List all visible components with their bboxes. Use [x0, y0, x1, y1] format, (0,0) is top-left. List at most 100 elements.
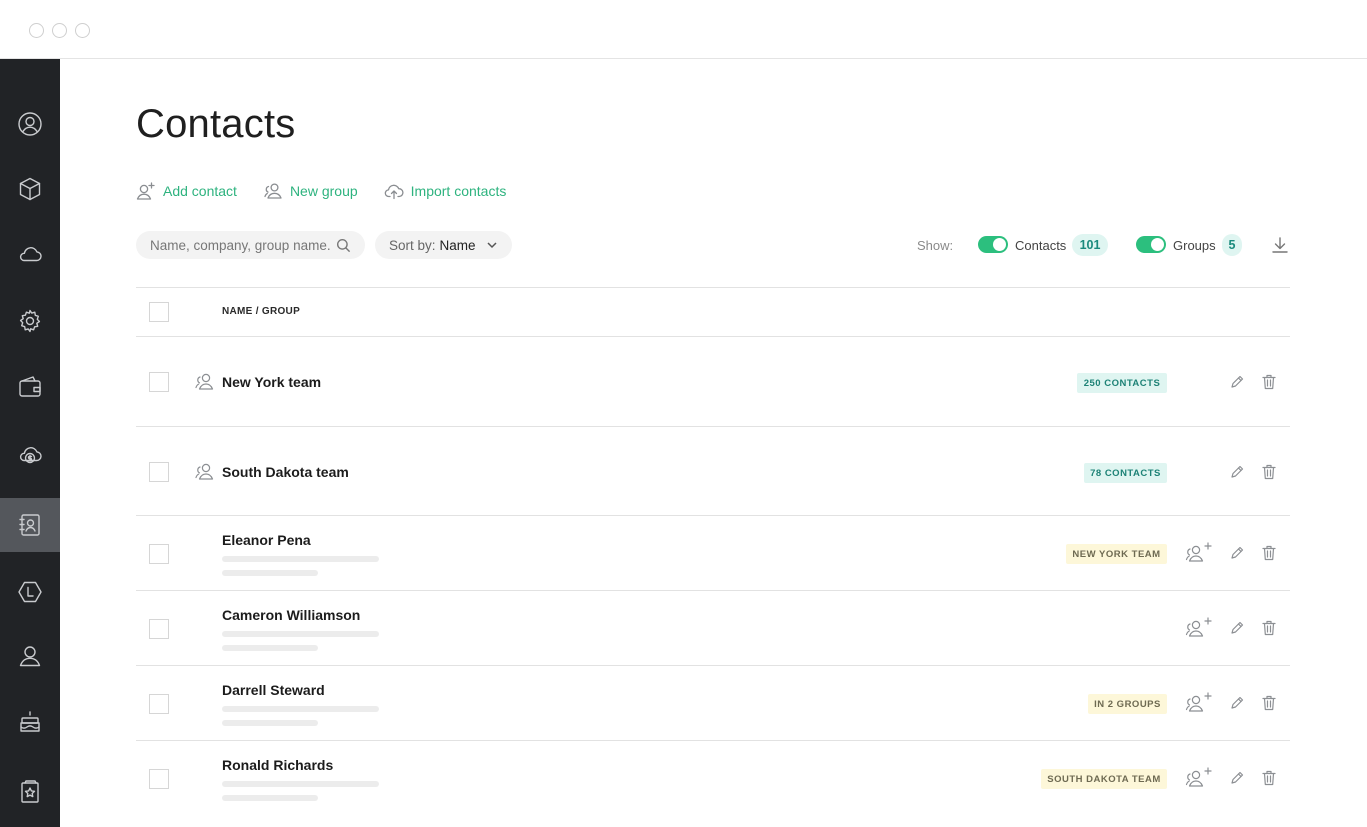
search-box: [136, 231, 365, 259]
sort-label: Sort by:: [389, 237, 436, 253]
select-all-checkbox[interactable]: [149, 302, 169, 322]
sidebar-item-billing[interactable]: [0, 427, 60, 481]
download-icon: [1272, 237, 1288, 253]
row-checkbox[interactable]: [149, 769, 169, 789]
group-icon: [195, 373, 214, 390]
window-minimize-button[interactable]: [52, 23, 67, 38]
row-name[interactable]: Eleanor Pena: [222, 532, 311, 548]
delete-button[interactable]: [1262, 770, 1276, 791]
chevron-down-icon: [487, 242, 497, 249]
delete-button[interactable]: [1262, 620, 1276, 641]
edit-button[interactable]: [1230, 771, 1244, 790]
row-name[interactable]: Cameron Williamson: [222, 607, 360, 623]
new-group-label: New group: [289, 183, 358, 199]
contacts-toggle-label: Contacts: [1015, 238, 1067, 253]
add-to-group-icon: [1185, 767, 1212, 787]
contact-count-tag: 250 CONTACTS: [1077, 373, 1167, 393]
new-group-button[interactable]: New group: [263, 181, 358, 201]
page-title: Contacts: [136, 102, 296, 146]
row-name[interactable]: Darrell Steward: [222, 682, 325, 698]
group-membership-tag: SOUTH DAKOTA TEAM: [1041, 769, 1167, 789]
edit-button[interactable]: [1230, 375, 1244, 394]
placeholder-line: [222, 706, 379, 712]
sidebar-item-profile[interactable]: [0, 97, 60, 151]
table-header-name: NAME / GROUP: [222, 306, 301, 317]
star-card-icon: [21, 780, 39, 803]
group-row-icon: [194, 461, 215, 482]
table-row[interactable]: Darrell Steward IN 2 GROUPS: [136, 666, 1290, 741]
table-row[interactable]: South Dakota team 78 CONTACTS: [136, 427, 1290, 516]
cloud-icon: [19, 247, 42, 262]
edit-button[interactable]: [1230, 465, 1244, 484]
row-name[interactable]: Ronald Richards: [222, 757, 333, 773]
placeholder-line: [222, 795, 318, 801]
delete-button[interactable]: [1262, 545, 1276, 566]
group-membership-tag: NEW YORK TEAM: [1066, 544, 1167, 564]
window-maximize-button[interactable]: [75, 23, 90, 38]
search-icon[interactable]: [336, 238, 351, 253]
sidebar: [0, 59, 60, 827]
sort-dropdown[interactable]: Sort by: Name: [375, 231, 512, 259]
placeholder-line: [222, 631, 379, 637]
add-to-group-button[interactable]: [1185, 692, 1213, 719]
sidebar-item-users[interactable]: [0, 629, 60, 683]
contacts-toggle[interactable]: [978, 236, 1008, 253]
delete-button[interactable]: [1262, 695, 1276, 716]
window-titlebar: [0, 0, 1367, 59]
delete-button[interactable]: [1262, 374, 1276, 395]
row-name[interactable]: South Dakota team: [222, 464, 349, 480]
trash-icon: [1262, 545, 1276, 561]
add-to-group-icon: [1185, 692, 1212, 712]
row-checkbox[interactable]: [149, 544, 169, 564]
edit-button[interactable]: [1230, 621, 1244, 640]
trash-icon: [1262, 770, 1276, 786]
person-icon: [19, 646, 41, 667]
sidebar-item-packages[interactable]: [0, 162, 60, 216]
sidebar-item-settings[interactable]: [0, 294, 60, 348]
import-contacts-button[interactable]: Import contacts: [384, 181, 507, 201]
import-contacts-label: Import contacts: [410, 183, 507, 199]
cloud-dollar-icon: [19, 447, 42, 464]
row-checkbox[interactable]: [149, 694, 169, 714]
group-row-icon: [194, 371, 215, 392]
cloud-upload-icon: [384, 184, 404, 200]
add-contact-button[interactable]: Add contact: [136, 181, 237, 201]
table-row[interactable]: Ronald Richards SOUTH DAKOTA TEAM: [136, 741, 1290, 816]
placeholder-line: [222, 570, 318, 576]
download-button[interactable]: [1271, 236, 1289, 254]
trash-icon: [1262, 464, 1276, 480]
show-filter-label: Show:: [917, 238, 954, 253]
add-to-group-button[interactable]: [1185, 542, 1213, 569]
add-to-group-button[interactable]: [1185, 767, 1213, 794]
search-input[interactable]: [150, 237, 330, 253]
sidebar-item-wallet[interactable]: [0, 360, 60, 414]
main-content: Contacts Add contact New group Import co…: [60, 59, 1367, 827]
add-to-group-button[interactable]: [1185, 617, 1213, 644]
trash-icon: [1262, 695, 1276, 711]
row-checkbox[interactable]: [149, 372, 169, 392]
row-name[interactable]: New York team: [222, 374, 321, 390]
table-row[interactable]: Cameron Williamson: [136, 591, 1290, 666]
pencil-icon: [1231, 696, 1244, 709]
sidebar-item-ledger[interactable]: [0, 565, 60, 619]
table-row[interactable]: Eleanor Pena NEW YORK TEAM: [136, 516, 1290, 591]
add-to-group-icon: [1185, 542, 1212, 562]
table-row[interactable]: New York team 250 CONTACTS: [136, 337, 1290, 427]
delete-button[interactable]: [1262, 464, 1276, 485]
sidebar-item-favorites[interactable]: [0, 765, 60, 819]
row-checkbox[interactable]: [149, 619, 169, 639]
groups-count-badge: 5: [1222, 234, 1242, 256]
edit-button[interactable]: [1230, 546, 1244, 565]
trash-icon: [1262, 374, 1276, 390]
sidebar-item-events[interactable]: [0, 695, 60, 749]
row-checkbox[interactable]: [149, 462, 169, 482]
sidebar-item-cloud[interactable]: [0, 227, 60, 281]
groups-toggle[interactable]: [1136, 236, 1166, 253]
edit-button[interactable]: [1230, 696, 1244, 715]
group-icon: [195, 463, 214, 480]
sidebar-item-contacts[interactable]: [0, 498, 60, 552]
window-close-button[interactable]: [29, 23, 44, 38]
contacts-book-icon: [19, 514, 40, 536]
box-icon: [19, 177, 41, 201]
add-contact-label: Add contact: [163, 183, 237, 199]
